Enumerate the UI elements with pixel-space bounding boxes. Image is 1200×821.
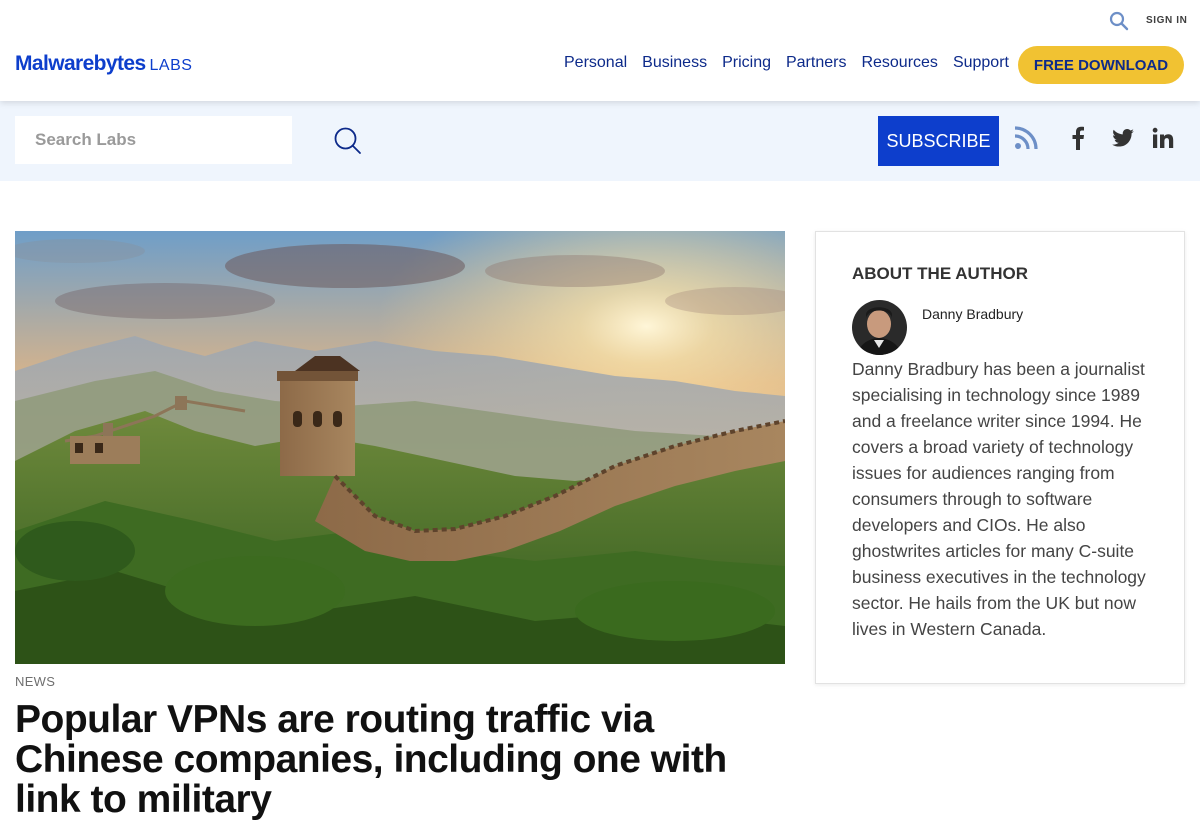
malwarebytes-labs-logo[interactable]: Malwarebytes LABS [15, 52, 192, 78]
rss-link[interactable] [1013, 125, 1039, 151]
nav-pricing[interactable]: Pricing [722, 54, 771, 72]
nav-resources[interactable]: Resources [861, 54, 937, 72]
free-download-button[interactable]: FREE DOWNLOAD [1018, 46, 1184, 84]
search-icon[interactable] [1109, 11, 1129, 31]
nav-business[interactable]: Business [642, 54, 707, 72]
author-name[interactable]: Danny Bradbury [922, 306, 1023, 322]
labs-toolbar: SUBSCRIBE [0, 101, 1200, 181]
article-headline: Popular VPNs are routing traffic via Chi… [15, 698, 727, 821]
nav-partners[interactable]: Partners [786, 54, 846, 72]
sign-in-link[interactable]: SIGN IN [1146, 15, 1187, 26]
author-bio: Danny Bradbury has been a journalist spe… [852, 359, 1146, 639]
nav-personal[interactable]: Personal [564, 54, 627, 72]
subscribe-button[interactable]: SUBSCRIBE [878, 116, 999, 166]
article-hero-image[interactable] [15, 231, 785, 664]
facebook-icon [1072, 126, 1084, 150]
nav-support[interactable]: Support [953, 54, 1009, 72]
linkedin-link[interactable] [1150, 125, 1176, 151]
twitter-link[interactable] [1110, 125, 1136, 151]
logo-brand: Malwarebytes [15, 52, 146, 75]
great-wall-landscape-image [15, 231, 785, 664]
article-category[interactable]: NEWS [15, 674, 55, 689]
about-author-title: ABOUT THE AUTHOR [852, 264, 1028, 283]
site-header: SIGN IN Malwarebytes LABS Personal Busin… [0, 0, 1200, 101]
main-nav: Personal Business Pricing Partners Resou… [564, 54, 1024, 72]
about-author-card: ABOUT THE AUTHOR Danny Bradbury Danny Br… [815, 231, 1185, 684]
search-submit-button[interactable] [333, 126, 363, 156]
author-avatar[interactable] [852, 300, 907, 355]
linkedin-icon [1152, 127, 1174, 148]
logo-labs: LABS [149, 57, 193, 74]
search-icon [334, 127, 361, 154]
search-labs-input[interactable] [15, 116, 292, 164]
rss-icon [1014, 126, 1038, 150]
facebook-link[interactable] [1065, 125, 1091, 151]
twitter-icon [1112, 129, 1134, 147]
author-photo [852, 300, 907, 355]
